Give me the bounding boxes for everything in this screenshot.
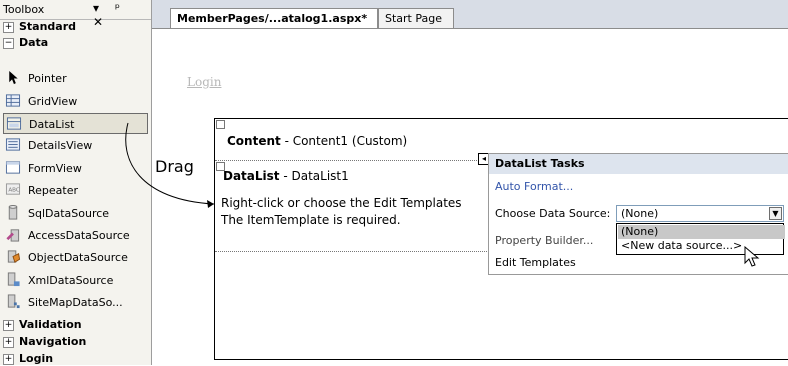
tool-xmldatasource[interactable]: XmlDataSource xyxy=(3,270,135,290)
drag-annotation-label: Drag xyxy=(155,157,194,176)
category-label: Navigation xyxy=(19,335,87,348)
category-label: Login xyxy=(19,352,54,365)
expand-icon[interactable]: + xyxy=(3,354,14,365)
category-standard[interactable]: + Standard xyxy=(0,20,150,36)
option-none[interactable]: (None) xyxy=(618,225,785,239)
tool-objectdatasource[interactable]: ObjectDataSource xyxy=(3,247,135,267)
login-link[interactable]: Login xyxy=(187,75,221,89)
tool-label: SiteMapDataSo... xyxy=(28,296,123,309)
data-source-select[interactable]: (None) ▼ xyxy=(616,205,784,222)
tool-label: Pointer xyxy=(28,72,67,85)
category-login[interactable]: + Login xyxy=(0,352,150,365)
mouse-cursor-icon xyxy=(744,246,760,267)
category-label: Validation xyxy=(19,318,82,331)
formview-icon xyxy=(5,161,21,174)
tool-label: DataList xyxy=(29,118,75,131)
xmldatasource-icon xyxy=(7,272,20,287)
category-label: Standard xyxy=(19,20,77,33)
category-validation[interactable]: + Validation xyxy=(0,318,150,334)
tool-label: ObjectDataSource xyxy=(28,251,128,264)
gridview-icon xyxy=(5,94,21,107)
choose-data-source-label: Choose Data Source: xyxy=(495,207,611,220)
tool-label: Repeater xyxy=(28,184,79,197)
sqldatasource-icon xyxy=(8,205,18,220)
document-tab-strip: MemberPages/...atalog1.aspx* Start Page xyxy=(152,0,788,29)
category-data[interactable]: − Data xyxy=(0,36,150,52)
repeater-icon: ABC xyxy=(5,183,21,195)
tool-detailsview[interactable]: DetailsView xyxy=(3,135,135,155)
tool-label: FormView xyxy=(28,162,82,175)
detailsview-icon xyxy=(5,138,21,151)
collapse-icon[interactable]: − xyxy=(3,38,14,49)
expand-icon[interactable]: + xyxy=(3,337,14,348)
datalist-desc: - DataList1 xyxy=(279,169,349,183)
tool-gridview[interactable]: GridView xyxy=(3,91,135,111)
tool-pointer[interactable]: Pointer xyxy=(3,68,135,88)
content-name: Content xyxy=(227,134,281,148)
toolbox-title: Toolbox xyxy=(3,3,45,16)
content-desc: - Content1 (Custom) xyxy=(280,134,408,148)
edit-templates-link[interactable]: Edit Templates xyxy=(495,256,576,269)
tool-formview[interactable]: FormView xyxy=(3,158,135,178)
tool-repeater[interactable]: ABC Repeater xyxy=(3,180,135,200)
content-glyph-icon xyxy=(216,120,225,129)
datalist-icon xyxy=(6,117,22,130)
property-builder-link[interactable]: Property Builder... xyxy=(495,234,593,247)
tool-label: XmlDataSource xyxy=(28,274,114,287)
datalist-tasks-panel: DataList Tasks Auto Format... Choose Dat… xyxy=(488,153,788,275)
datalist-title: DataList - DataList1 xyxy=(223,169,349,183)
tool-sqldatasource[interactable]: SqlDataSource xyxy=(3,203,135,223)
datalist-message-line: The ItemTemplate is required. xyxy=(221,213,401,227)
toolbox-header: Toolbox ▾ ᵖ ✕ xyxy=(0,0,151,29)
sitemapdatasource-icon xyxy=(7,294,20,309)
tab-catalog-page[interactable]: MemberPages/...atalog1.aspx* xyxy=(170,8,378,29)
svg-text:ABC: ABC xyxy=(8,187,20,193)
tool-label: AccessDataSource xyxy=(28,229,130,242)
tool-label: DetailsView xyxy=(28,139,93,152)
accessdatasource-icon xyxy=(6,229,20,242)
tool-label: GridView xyxy=(28,95,78,108)
category-navigation[interactable]: + Navigation xyxy=(0,335,150,351)
tool-label: SqlDataSource xyxy=(28,207,110,220)
datalist-message-line: Right-click or choose the Edit Templates xyxy=(221,196,462,210)
tool-datalist[interactable]: DataList xyxy=(3,113,148,134)
datalist-name: DataList xyxy=(223,169,280,183)
auto-format-link[interactable]: Auto Format... xyxy=(495,180,573,193)
expand-icon[interactable]: + xyxy=(3,22,14,33)
tool-accessdatasource[interactable]: AccessDataSource xyxy=(3,225,135,245)
tasks-title: DataList Tasks xyxy=(495,157,585,170)
expand-icon[interactable]: + xyxy=(3,320,14,331)
category-label: Data xyxy=(19,36,49,49)
data-source-value: (None) xyxy=(621,207,659,220)
objectdatasource-icon xyxy=(7,250,21,263)
pointer-icon xyxy=(9,70,18,85)
tasks-header: DataList Tasks xyxy=(489,154,788,174)
datalist-message: Right-click or choose the Edit Templates… xyxy=(221,195,462,229)
content-title: Content - Content1 (Custom) xyxy=(227,134,407,148)
toolbox-panel: Toolbox ▾ ᵖ ✕ + Standard − Data Pointer … xyxy=(0,0,152,365)
tab-start-page[interactable]: Start Page xyxy=(378,8,454,28)
tool-sitemapdatasource[interactable]: SiteMapDataSo... xyxy=(3,292,135,312)
chevron-down-icon[interactable]: ▼ xyxy=(769,207,782,220)
